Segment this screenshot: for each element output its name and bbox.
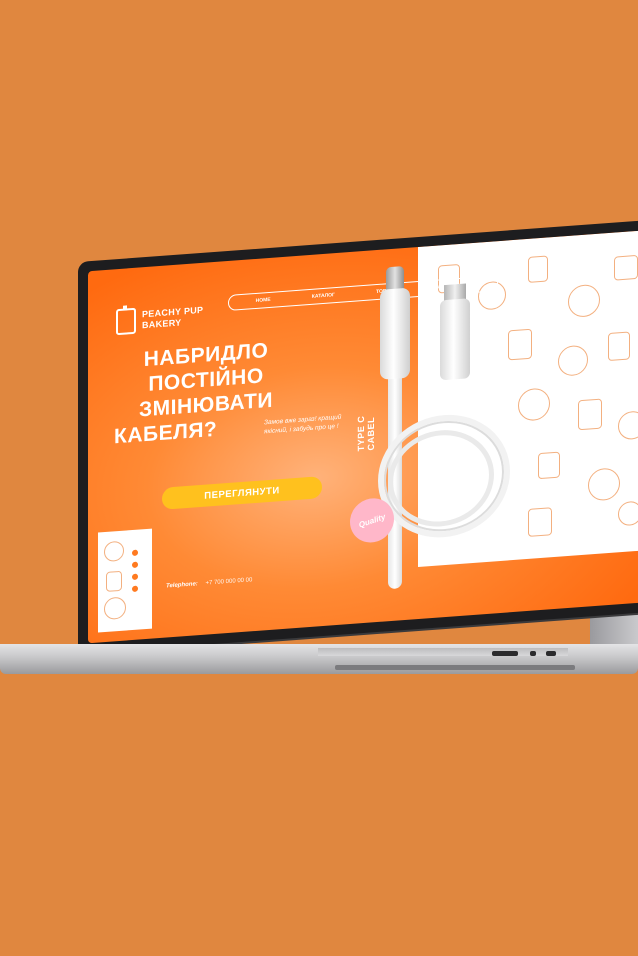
usb-c-plug [380,287,410,380]
website-screen: PEACHY PUP BAKERY HOME КАТАЛОГ ТОВАР ЗАМ… [88,229,638,644]
social-icon-2[interactable] [132,561,138,569]
view-button[interactable]: ПЕРЕГЛЯНУТИ [162,476,322,510]
social-icon-3[interactable] [132,573,138,581]
social-icon-1[interactable] [132,549,138,557]
sd-slot [492,651,518,656]
nav-item-home[interactable]: HOME [256,297,271,304]
usb-a-plug [440,298,470,381]
phone-label: Telephone: [166,581,198,590]
usb-port-2 [546,651,556,656]
contact-phone: Telephone: +7 700 000 00 00 [166,577,252,589]
pattern-panel-left [98,528,152,633]
brand-logo[interactable]: PEACHY PUP BAKERY [116,303,203,336]
laptop-lid: PEACHY PUP BAKERY HOME КАТАЛОГ ТОВАР ЗАМ… [78,219,638,654]
laptop-mockup: PEACHY PUP BAKERY HOME КАТАЛОГ ТОВАР ЗАМ… [0,0,638,956]
social-icon-4[interactable] [132,585,138,593]
usb-port-1 [530,651,536,656]
nav-item-login[interactable]: ВХІД [531,270,543,277]
social-links [132,549,138,593]
laptop-front-edge [335,665,575,670]
brand-name: PEACHY PUP BAKERY [142,305,203,332]
nav-item-catalog[interactable]: КАТАЛОГ [312,292,335,300]
phone-number[interactable]: +7 700 000 00 00 [205,577,252,586]
battery-icon [116,307,136,336]
product-label: TYPE C CABEL [356,415,376,452]
